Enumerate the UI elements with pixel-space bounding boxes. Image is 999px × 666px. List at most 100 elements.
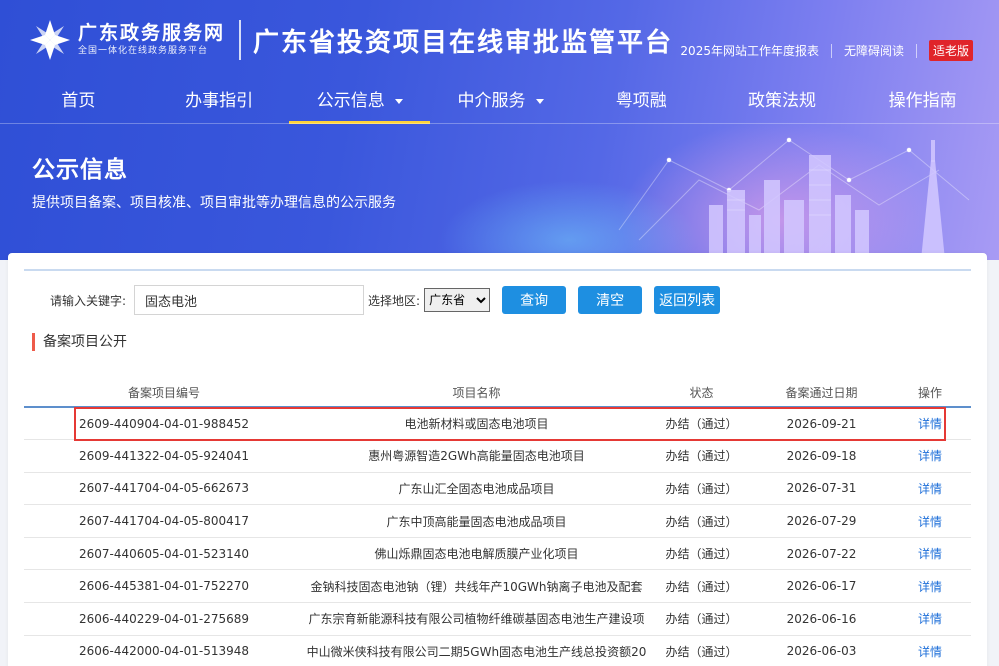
col-header-status: 状态: [649, 379, 754, 408]
banner-subtitle: 提供项目备案、项目核准、项目审批等办理信息的公示服务: [32, 195, 396, 211]
annual-report-link[interactable]: 2025年网站工作年度报表: [680, 42, 819, 59]
back-to-list-button[interactable]: 返回列表: [654, 286, 721, 314]
cell-status: 办结（通过）: [649, 407, 754, 441]
cell-status: 办结（通过）: [649, 439, 754, 473]
col-header-code: 备案项目编号: [24, 379, 304, 408]
keyword-input[interactable]: [134, 285, 365, 315]
nav-label: 办事指引: [185, 91, 254, 111]
nav-label: 中介服务: [457, 91, 526, 111]
clear-button[interactable]: 清空: [578, 286, 643, 314]
cell-name: 广东中顶高能量固态电池成品项目: [304, 504, 649, 538]
logo-name: 广东政务服务网: [78, 22, 226, 44]
nav-public-info[interactable]: 公示信息: [289, 78, 430, 124]
cell-code: 2609-440904-04-01-988452: [24, 407, 304, 441]
table-row[interactable]: 2606-442000-04-01-513948 中山微米侠科技有限公司二期5G…: [24, 635, 971, 666]
page-header: 广东政务服务网 全国一体化在线政务服务平台 广东省投资项目在线审批监管平台 20…: [0, 0, 999, 260]
cell-status: 办结（通过）: [649, 472, 754, 506]
accessibility-link[interactable]: 无障碍阅读: [844, 42, 904, 59]
cell-name: 中山微米侠科技有限公司二期5GWh固态电池生产线总投资额20: [304, 635, 649, 666]
cell-code: 2609-441322-04-05-924041: [24, 439, 304, 473]
logo-slogan: 全国一体化在线政务服务平台: [78, 46, 209, 56]
table-row[interactable]: 2606-440229-04-01-275689 广东宗育新能源科技有限公司植物…: [24, 602, 971, 636]
table-row[interactable]: 2607-441704-04-05-662673 广东山汇全固态电池成品项目 办…: [24, 472, 971, 506]
logo-divider: [239, 20, 242, 60]
section-title: 备案项目公开: [32, 333, 127, 351]
table-row[interactable]: 2609-440904-04-01-988452 电池新材料或固态电池项目 办结…: [24, 407, 971, 441]
chevron-down-icon: [535, 98, 544, 104]
table-header-row: 备案项目编号 项目名称 状态 备案通过日期 操作: [24, 379, 971, 408]
keyword-label: 请输入关键字:: [50, 293, 127, 308]
cell-status: 办结（通过）: [649, 504, 754, 538]
link-divider: [915, 43, 917, 58]
cell-status: 办结（通过）: [649, 602, 754, 636]
col-header-op: 操作: [889, 379, 971, 408]
cell-date: 2026-09-18: [754, 439, 889, 473]
table-row[interactable]: 2606-445381-04-01-752270 金钠科技固态电池钠（锂）共线年…: [24, 569, 971, 604]
chevron-down-icon: [394, 98, 403, 104]
cell-name: 广东山汇全固态电池成品项目: [304, 472, 649, 506]
detail-link[interactable]: 详情: [889, 407, 971, 441]
table-row[interactable]: 2609-441322-04-05-924041 惠州粤源智造2GWh高能量固态…: [24, 439, 971, 473]
nav-divider: [0, 123, 999, 124]
cell-status: 办结（通过）: [649, 569, 754, 604]
nav-intermediary[interactable]: 中介服务: [430, 78, 571, 124]
content-card: 请输入关键字: 选择地区: 广东省 查询 清空 返回列表 备案项目公开 备案项目…: [8, 253, 987, 666]
cell-name: 广东宗育新能源科技有限公司植物纤维碳基固态电池生产建设项: [304, 602, 649, 636]
cell-code: 2606-440229-04-01-275689: [24, 602, 304, 636]
cell-name: 金钠科技固态电池钠（锂）共线年产10GWh钠离子电池及配套: [304, 569, 649, 604]
logo-flower-icon: [30, 20, 70, 60]
link-divider: [830, 43, 832, 58]
detail-link[interactable]: 详情: [889, 439, 971, 473]
city-skyline-illustration: [618, 137, 970, 260]
table-row[interactable]: 2607-440605-04-01-523140 佛山烁鼎固态电池电解质膜产业化…: [24, 537, 971, 571]
nav-label: 政策法规: [747, 91, 816, 111]
nav-label: 粤项融: [615, 91, 667, 111]
search-bar: 请输入关键字: 选择地区: 广东省 查询 清空 返回列表: [50, 285, 721, 315]
cell-code: 2606-442000-04-01-513948: [24, 635, 304, 666]
col-header-name: 项目名称: [304, 379, 649, 408]
detail-link[interactable]: 详情: [889, 602, 971, 636]
detail-link[interactable]: 详情: [889, 472, 971, 506]
main-nav: 首页 办事指引 公示信息 中介服务 粤项融 政策法规 操作指南: [8, 78, 993, 124]
project-table: 备案项目编号 项目名称 状态 备案通过日期 操作 2609-440904-04-…: [24, 379, 971, 666]
platform-title: 广东省投资项目在线审批监管平台: [253, 27, 674, 58]
cell-date: 2026-06-03: [754, 635, 889, 666]
region-select[interactable]: 广东省: [424, 288, 491, 312]
card-top-line: [24, 269, 971, 271]
cell-date: 2026-07-29: [754, 504, 889, 538]
nav-home[interactable]: 首页: [8, 78, 149, 124]
detail-link[interactable]: 详情: [889, 635, 971, 666]
nav-label: 操作指南: [888, 91, 957, 111]
cell-name: 惠州粤源智造2GWh高能量固态电池项目: [304, 439, 649, 473]
cell-date: 2026-09-21: [754, 407, 889, 441]
col-header-date: 备案通过日期: [754, 379, 889, 408]
detail-link[interactable]: 详情: [889, 537, 971, 571]
site-logo[interactable]: 广东政务服务网 全国一体化在线政务服务平台 广东省投资项目在线审批监管平台: [28, 18, 673, 62]
detail-link[interactable]: 详情: [889, 569, 971, 604]
cell-code: 2606-445381-04-01-752270: [24, 569, 304, 604]
elder-mode-badge[interactable]: 适老版: [928, 40, 973, 61]
table-row[interactable]: 2607-441704-04-05-800417 广东中顶高能量固态电池成品项目…: [24, 504, 971, 538]
cell-date: 2026-06-17: [754, 569, 889, 604]
banner-title: 公示信息: [32, 157, 128, 183]
nav-label: 公示信息: [316, 91, 385, 111]
nav-policy[interactable]: 政策法规: [712, 78, 853, 124]
cell-status: 办结（通过）: [649, 537, 754, 571]
nav-guide[interactable]: 办事指引: [149, 78, 290, 124]
cell-code: 2607-441704-04-05-662673: [24, 472, 304, 506]
query-button[interactable]: 查询: [502, 286, 567, 314]
nav-label: 首页: [61, 91, 96, 111]
cell-date: 2026-07-22: [754, 537, 889, 571]
cell-status: 办结（通过）: [649, 635, 754, 666]
cell-date: 2026-06-16: [754, 602, 889, 636]
cell-name: 佛山烁鼎固态电池电解质膜产业化项目: [304, 537, 649, 571]
top-links: 2025年网站工作年度报表 无障碍阅读 适老版: [680, 40, 973, 61]
nav-manual[interactable]: 操作指南: [852, 78, 993, 124]
cell-code: 2607-441704-04-05-800417: [24, 504, 304, 538]
cell-name: 电池新材料或固态电池项目: [304, 407, 649, 441]
cell-date: 2026-07-31: [754, 472, 889, 506]
nav-yuexiangrong[interactable]: 粤项融: [571, 78, 712, 124]
region-label: 选择地区:: [368, 293, 421, 308]
cell-code: 2607-440605-04-01-523140: [24, 537, 304, 571]
detail-link[interactable]: 详情: [889, 504, 971, 538]
